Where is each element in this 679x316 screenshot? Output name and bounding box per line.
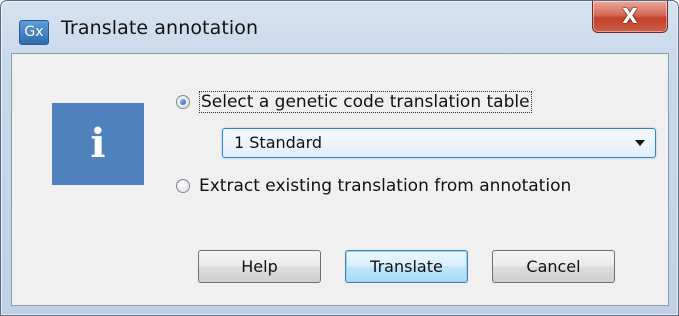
close-icon: X (622, 4, 638, 28)
radio-extract-existing[interactable] (176, 179, 190, 193)
translate-button[interactable]: Translate (345, 250, 468, 283)
app-logo-icon: Gx (19, 20, 49, 45)
help-button[interactable]: Help (198, 250, 321, 283)
cancel-button[interactable]: Cancel (492, 250, 615, 283)
chevron-down-icon (635, 140, 645, 146)
dialog-body: i Select a genetic code translation tabl… (11, 53, 669, 306)
radio-genetic-code[interactable] (176, 95, 190, 109)
close-button[interactable]: X (592, 1, 668, 33)
radio-extract-existing-label[interactable]: Extract existing translation from annota… (199, 176, 571, 196)
radio-option-extract-existing[interactable]: Extract existing translation from annota… (176, 174, 571, 198)
info-icon: i (52, 103, 144, 185)
translate-annotation-dialog: Gx Translate annotation X i Select a gen… (0, 0, 679, 316)
window-title: Translate annotation (61, 17, 259, 39)
radio-genetic-code-label[interactable]: Select a genetic code translation table (199, 91, 532, 113)
title-bar[interactable]: Gx Translate annotation X (1, 1, 678, 53)
radio-option-genetic-code[interactable]: Select a genetic code translation table (176, 90, 532, 114)
translation-table-dropdown[interactable]: 1 Standard (222, 128, 656, 158)
dropdown-selected-value: 1 Standard (234, 133, 323, 152)
